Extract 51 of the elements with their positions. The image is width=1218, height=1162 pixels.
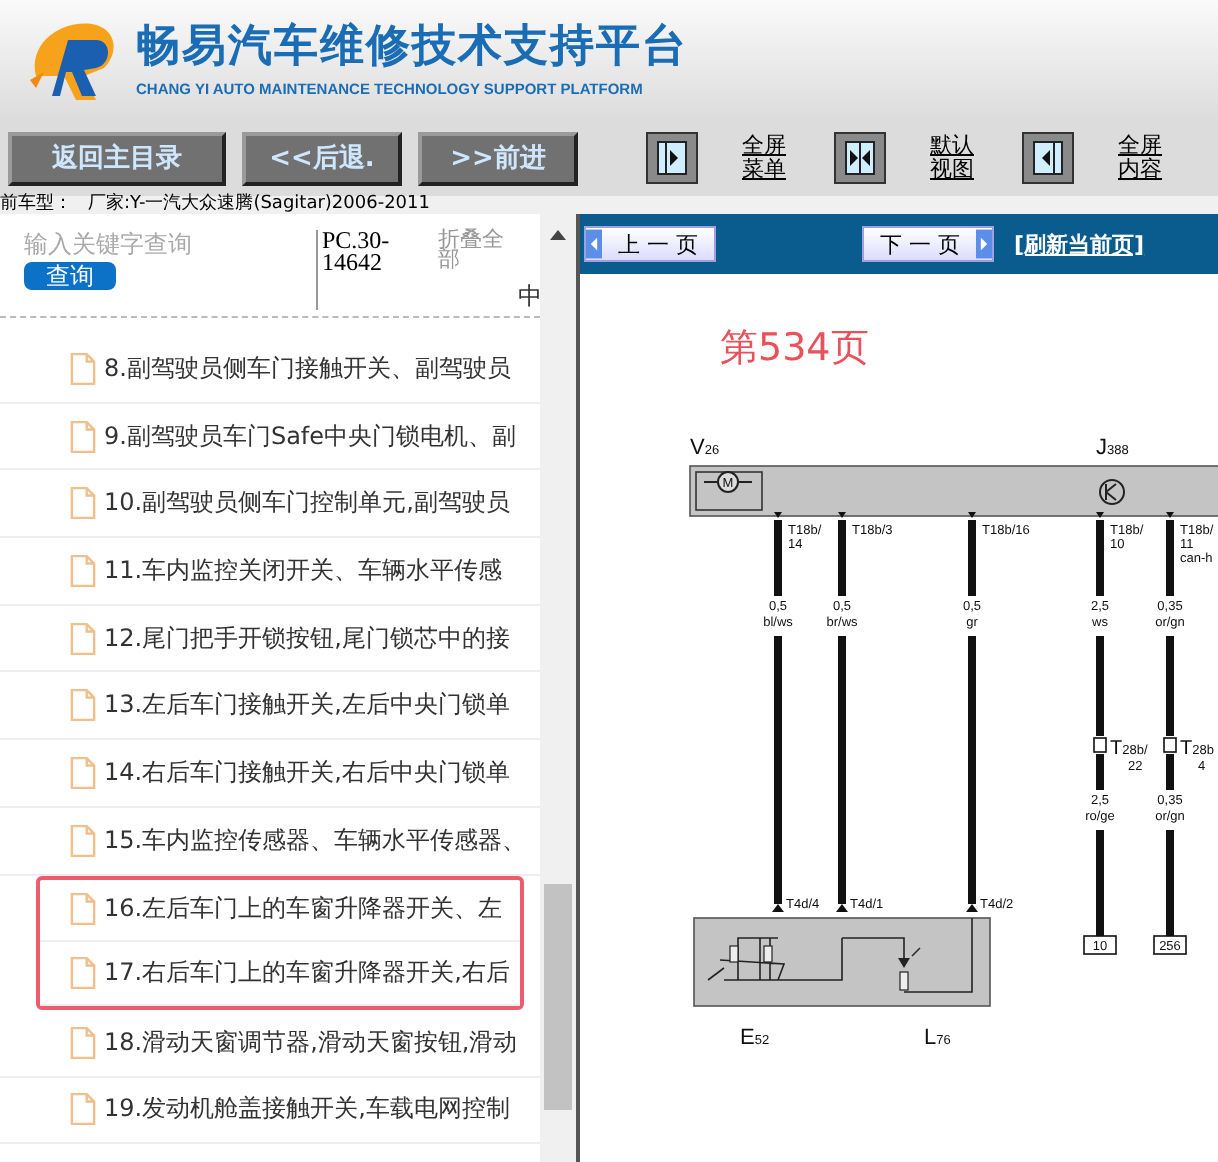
tree-item[interactable]: 14.右后车门接触开关,右后中央门锁单 bbox=[0, 740, 540, 808]
transistor-symbol bbox=[1099, 479, 1125, 505]
lamp-symbol bbox=[841, 917, 973, 993]
nav-button[interactable]: >>前进 bbox=[418, 131, 578, 185]
search-button[interactable]: 查询 bbox=[24, 262, 116, 290]
tree-item[interactable]: 11.车内监控关闭开关、车辆水平传感 bbox=[0, 538, 540, 606]
document-icon bbox=[70, 892, 96, 927]
page-number: 第534页 bbox=[720, 326, 871, 370]
document-icon bbox=[70, 553, 96, 588]
document-icon bbox=[70, 1025, 96, 1060]
view-link[interactable]: 全屏 内容 bbox=[1118, 134, 1162, 182]
nav-button[interactable]: <<后退. bbox=[242, 131, 402, 185]
document-icon bbox=[70, 419, 96, 454]
next-page-button[interactable]: 下 一 页 bbox=[862, 226, 994, 262]
tree-item[interactable]: 16.左后车门上的车窗升降器开关、左 bbox=[40, 879, 520, 943]
prev-page-button[interactable]: 上 一 页 bbox=[584, 226, 716, 262]
tree-item[interactable]: 9.副驾驶员车门Safe中央门锁电机、副 bbox=[0, 403, 540, 471]
document-icon bbox=[70, 688, 96, 723]
fullscreen-icon[interactable] bbox=[1022, 132, 1074, 184]
refresh-link[interactable]: [刷新当前页] bbox=[1014, 229, 1145, 259]
tree-item[interactable]: 13.左后车门接触开关,左后中央门锁单 bbox=[0, 672, 540, 741]
fullscreen-icon[interactable] bbox=[646, 132, 698, 184]
site-title: 畅易汽车维修技术支持平台 bbox=[136, 21, 688, 73]
document-icon bbox=[70, 1092, 96, 1127]
scrollbar-thumb[interactable] bbox=[544, 884, 572, 1110]
nav-button[interactable]: 返回主目录 bbox=[8, 131, 226, 185]
document-icon bbox=[70, 755, 96, 790]
search-field[interactable]: 输入关键字查询 bbox=[24, 230, 292, 258]
arrow-right-icon bbox=[976, 228, 992, 260]
tree-item[interactable]: 18.滑动天窗调节器,滑动天窗按钮,滑动 bbox=[0, 1009, 540, 1078]
tree-item[interactable]: 15.车内监控传感器、车辆水平传感器、 bbox=[0, 807, 540, 875]
document-icon bbox=[70, 351, 96, 386]
tree-item[interactable]: 12.尾门把手开锁按钮,尾门锁芯中的接 bbox=[0, 605, 540, 673]
view-link[interactable]: 全屏 菜单 bbox=[742, 134, 786, 182]
document-icon bbox=[70, 621, 96, 656]
tree-item[interactable]: 10.副驾驶员侧车门控制单元,副驾驶员 bbox=[0, 470, 540, 539]
document-icon bbox=[70, 823, 96, 858]
model-label: 前车型： bbox=[0, 196, 72, 214]
model-value: 厂家:Y-一汽大众速腾(Sagitar)2006-2011 bbox=[88, 196, 430, 214]
tree-item[interactable]: 17.右后车门上的车窗升降器开关,右后 bbox=[40, 942, 520, 1006]
clipped-text: 中 bbox=[518, 280, 542, 314]
code-text: PC.30-14642 bbox=[316, 230, 426, 310]
arrow-left-icon bbox=[586, 228, 602, 260]
scroll-up-icon[interactable] bbox=[550, 230, 566, 240]
split-view-icon[interactable] bbox=[834, 132, 886, 184]
tree-item[interactable]: 19.发动机舱盖接触开关,车载电网控制 bbox=[0, 1077, 540, 1145]
tree-item[interactable]: 8.副驾驶员侧车门接触开关、副驾驶员 bbox=[0, 336, 540, 404]
view-link[interactable]: 默认 视图 bbox=[930, 134, 974, 182]
document-icon bbox=[70, 956, 96, 991]
document-icon bbox=[70, 486, 96, 521]
scrollbar[interactable] bbox=[540, 214, 576, 1162]
